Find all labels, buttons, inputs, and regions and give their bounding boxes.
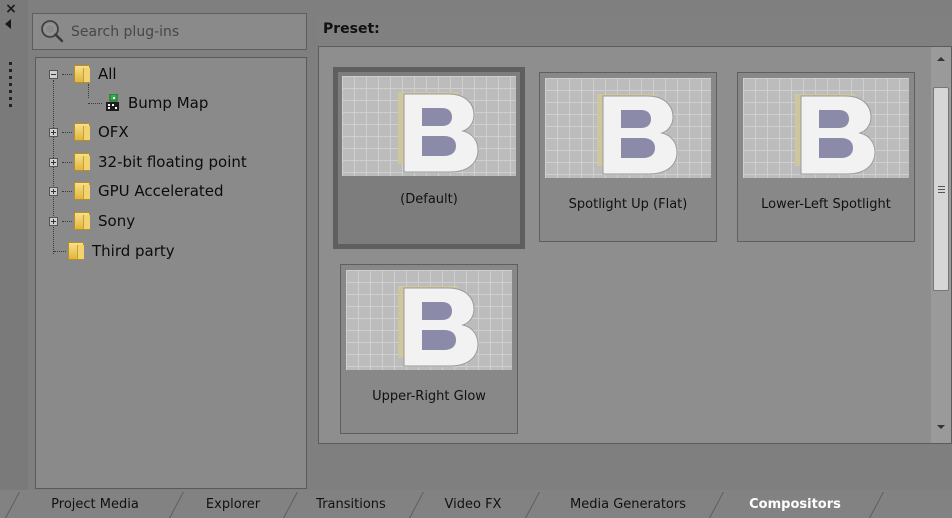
tree-item-label: All bbox=[98, 65, 117, 83]
tree-item-32-bit-floating-point[interactable]: 32-bit floating point bbox=[49, 150, 247, 174]
tab-label: Transitions bbox=[316, 496, 386, 512]
letter-b-thumbnail-icon bbox=[795, 94, 876, 175]
tree-item-third-party[interactable]: Third party bbox=[54, 239, 175, 263]
window-side-strip: × bbox=[0, 0, 28, 490]
tree-item-label: Sony bbox=[98, 212, 136, 230]
folder-icon bbox=[74, 212, 90, 230]
expand-icon[interactable] bbox=[49, 216, 58, 226]
scroll-down-icon[interactable] bbox=[931, 417, 951, 435]
folder-icon bbox=[74, 123, 90, 141]
tab-video-fx[interactable]: Video FX bbox=[420, 490, 526, 518]
collapse-icon[interactable] bbox=[49, 69, 58, 79]
tab-label: Compositors bbox=[749, 496, 841, 512]
tree-item-sony[interactable]: Sony bbox=[49, 209, 135, 233]
plugin-tree: All Bump Map OFX 32-bit floating point G… bbox=[35, 57, 307, 489]
preset-thumbnail bbox=[743, 78, 909, 178]
tree-item-label: GPU Accelerated bbox=[98, 182, 224, 200]
preset-title: Preset: bbox=[323, 21, 380, 37]
close-icon[interactable]: × bbox=[4, 2, 18, 16]
tab-explorer[interactable]: Explorer bbox=[180, 490, 286, 518]
folder-icon bbox=[74, 153, 90, 171]
pin-arrow-icon[interactable] bbox=[5, 19, 11, 29]
tree-item-label: Bump Map bbox=[128, 94, 209, 112]
search-input[interactable] bbox=[71, 17, 306, 46]
expand-icon[interactable] bbox=[49, 186, 58, 196]
preset-item-lower-left-spotlight[interactable]: Lower-Left Spotlight bbox=[737, 72, 915, 242]
tab-label: Media Generators bbox=[570, 496, 686, 512]
folder-icon bbox=[74, 65, 90, 83]
tree-item-label: 32-bit floating point bbox=[98, 153, 247, 171]
tree-item-all[interactable]: All bbox=[49, 62, 117, 86]
grip-icon[interactable] bbox=[6, 62, 16, 118]
plugin-icon bbox=[106, 94, 119, 111]
tree-item-label: Third party bbox=[92, 242, 175, 260]
tree-item-label: OFX bbox=[98, 123, 129, 141]
preset-item-upper-right-glow[interactable]: Upper-Right Glow bbox=[340, 264, 518, 434]
tree-item-bump-map[interactable]: Bump Map bbox=[88, 91, 208, 115]
preset-label: Upper-Right Glow bbox=[372, 389, 486, 404]
expand-icon[interactable] bbox=[49, 157, 58, 167]
preset-label: Spotlight Up (Flat) bbox=[568, 197, 688, 212]
preset-header: Preset: bbox=[318, 14, 952, 48]
expand-icon[interactable] bbox=[49, 127, 58, 137]
preset-thumbnail bbox=[545, 78, 711, 178]
preset-scrollbar[interactable] bbox=[931, 47, 951, 443]
letter-b-thumbnail-icon bbox=[398, 92, 479, 173]
scroll-thumb[interactable] bbox=[933, 87, 949, 291]
preset-thumbnail bbox=[342, 76, 516, 176]
tab-label: Project Media bbox=[51, 496, 139, 512]
tab-project-media[interactable]: Project Media bbox=[20, 490, 170, 518]
tab-label: Explorer bbox=[205, 496, 261, 512]
tree-item-ofx[interactable]: OFX bbox=[49, 120, 129, 144]
search-icon bbox=[41, 19, 64, 42]
search-box[interactable] bbox=[32, 13, 307, 50]
tab-media-generators[interactable]: Media Generators bbox=[540, 490, 716, 518]
letter-b-thumbnail-icon bbox=[597, 94, 678, 175]
folder-icon bbox=[74, 182, 90, 200]
scroll-up-icon[interactable] bbox=[931, 51, 951, 69]
preset-panel: (Default) Spotlight Up (Flat) Lower-Left… bbox=[318, 46, 952, 444]
tab-bar: Project Media Explorer Transitions Video… bbox=[0, 490, 952, 518]
folder-icon bbox=[68, 242, 84, 260]
letter-b-thumbnail-icon bbox=[398, 286, 479, 367]
tab-compositors[interactable]: Compositors bbox=[722, 490, 868, 518]
preset-label: Lower-Left Spotlight bbox=[761, 197, 891, 212]
tab-label: Video FX bbox=[444, 496, 502, 512]
preset-item-default[interactable]: (Default) bbox=[333, 67, 525, 249]
preset-label: (Default) bbox=[400, 192, 458, 207]
preset-thumbnail bbox=[346, 270, 512, 370]
tab-transitions[interactable]: Transitions bbox=[295, 490, 407, 518]
tree-item-gpu-accelerated[interactable]: GPU Accelerated bbox=[49, 179, 224, 203]
preset-item-spotlight-up-flat[interactable]: Spotlight Up (Flat) bbox=[539, 72, 717, 242]
